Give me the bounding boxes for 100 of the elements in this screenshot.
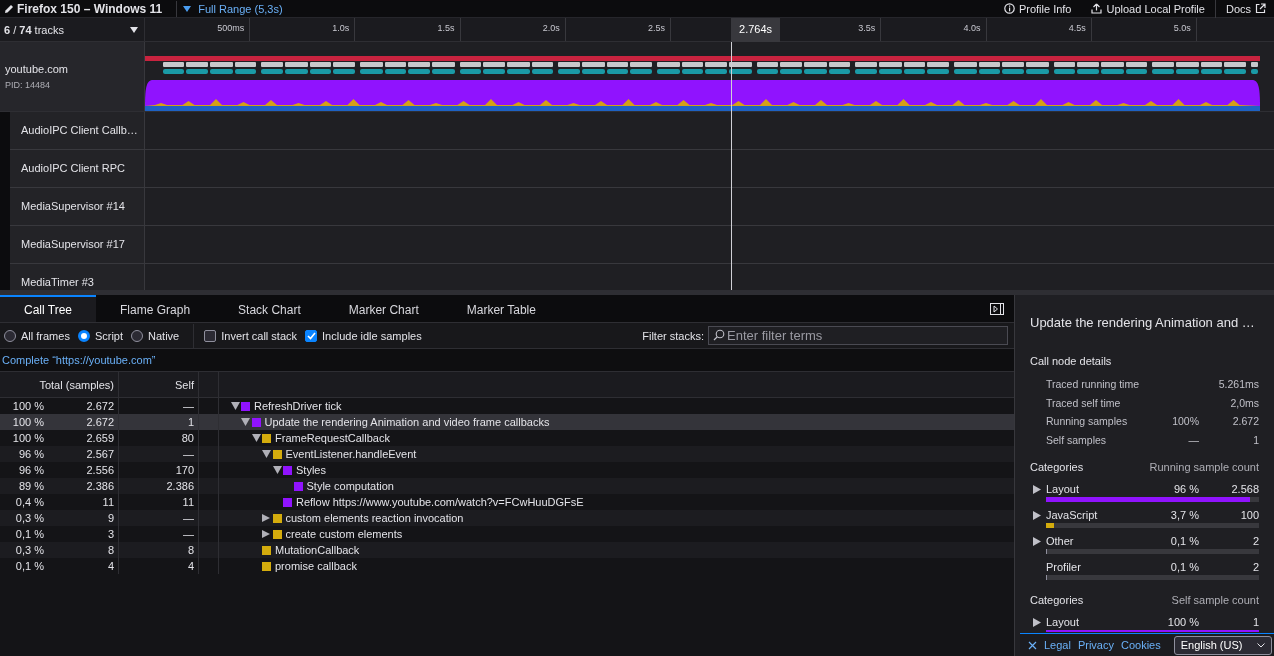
table-cell-text: 0,3 % — [14, 511, 45, 526]
table-cell-text: 89 % — [17, 479, 45, 494]
column-header[interactable]: Self — [175, 378, 194, 391]
category-name: Other — [1046, 535, 1075, 547]
detail-value: 5.261ms — [1217, 378, 1259, 391]
detail-value: — — [1187, 433, 1199, 446]
expand-triangle-icon[interactable] — [1033, 536, 1041, 546]
table-cell-text: 0,1 % — [14, 559, 45, 574]
category-name: JavaScript — [1046, 509, 1099, 521]
category-percent: 3,7 % — [1169, 509, 1199, 521]
category-name: Layout — [1046, 616, 1081, 628]
thread-track-label[interactable]: MediaSupervisor #17 — [10, 226, 145, 264]
column-label: Running sample count — [1149, 461, 1259, 473]
axis-tick-label: 2.0s — [460, 18, 566, 41]
search-field[interactable]: Enter filter terms — [708, 326, 1008, 345]
docs-link[interactable]: Docs — [1214, 0, 1274, 18]
axis-tick-label: 4.5s — [986, 18, 1092, 41]
axis-tick-label: 5.0s — [1091, 18, 1197, 41]
dropdown-icon — [130, 26, 138, 33]
breadcrumb-item[interactable]: Complete “https://youtube.com” — [2, 354, 156, 366]
language-select[interactable]: English (US) — [1173, 635, 1272, 655]
checkmark-icon — [306, 331, 316, 340]
detail-label: Traced self time — [1046, 396, 1122, 409]
tree-row[interactable]: 0,3 % 8 8 MutationCallback — [0, 542, 1014, 558]
table-cell-text: 0,3 % — [14, 543, 45, 558]
table-cell-text: 100 % — [11, 415, 45, 430]
footer-link[interactable]: Legal — [1044, 639, 1071, 651]
footer-link[interactable]: Cookies — [1121, 639, 1161, 651]
track-selector[interactable]: 6 / 74 tracks — [0, 18, 145, 41]
process-pid: PID: 14484 — [5, 80, 52, 90]
checkbox-option[interactable]: Invert call stack — [204, 329, 298, 342]
upload-icon — [1091, 3, 1103, 14]
detail-value: 2,0ms — [1229, 396, 1259, 409]
radio-option[interactable]: All frames — [4, 329, 70, 342]
detail-value: 2.672 — [1231, 415, 1259, 428]
function-name: Update the rendering Animation and video frame callbacks — [264, 416, 550, 428]
radio-option[interactable]: Script — [77, 329, 124, 342]
collapse-triangle-icon[interactable] — [241, 418, 250, 426]
pencil-icon — [4, 3, 14, 14]
expand-triangle-icon[interactable] — [262, 530, 271, 538]
range-breadcrumb[interactable]: Full Range (5,3s) — [198, 2, 283, 15]
axis-tick-label: 2.5s — [565, 18, 671, 41]
table-cell-text: 96 % — [17, 447, 45, 462]
column-header[interactable]: Total (samples) — [39, 378, 114, 391]
table-cell-text: 96 % — [17, 463, 45, 478]
tree-row[interactable]: 100 % 2.672 1 Update the rendering Animation and video frame callbacks — [0, 414, 1014, 430]
expand-triangle-icon[interactable] — [1033, 484, 1041, 494]
collapse-triangle-icon[interactable] — [230, 402, 240, 410]
collapse-triangle-icon[interactable] — [262, 450, 271, 458]
process-name: youtube.com — [5, 63, 69, 75]
sidebar-title: Update the rendering Animation and … — [1030, 315, 1256, 330]
tree-row[interactable]: 96 % 2.567 — EventListener.handleEvent — [0, 446, 1014, 462]
table-cell-text: 0,1 % — [14, 527, 45, 542]
detail-value: 1 — [1252, 433, 1259, 446]
category-percent: 96 % — [1172, 483, 1199, 495]
function-name: RefreshDriver tick — [254, 400, 342, 412]
expand-triangle-icon[interactable] — [1033, 617, 1041, 627]
thread-track-label[interactable]: MediaSupervisor #14 — [10, 188, 145, 226]
profile-name[interactable]: Firefox 150 – Windows 11 — [17, 1, 163, 16]
tab[interactable]: Flame Graph — [96, 295, 215, 322]
checkbox-option[interactable]: Include idle samples — [305, 329, 422, 342]
column-label: Self sample count — [1171, 594, 1259, 606]
tree-row[interactable]: 0,3 % 9 — custom elements reaction invocation — [0, 510, 1014, 526]
tab[interactable]: Marker Table — [442, 295, 560, 322]
sidebar-toggle-icon[interactable] — [990, 302, 1004, 315]
function-name: custom elements reaction invocation — [285, 512, 464, 524]
tab[interactable]: Marker Chart — [324, 295, 443, 322]
detail-label: Self samples — [1046, 433, 1108, 446]
info-icon — [1003, 3, 1015, 14]
cursor-time-label: 2.764s — [731, 18, 781, 42]
function-name: promise callback — [275, 560, 357, 572]
section-heading: Categories — [1030, 594, 1084, 606]
detail-label: Traced running time — [1046, 378, 1140, 391]
close-icon[interactable] — [1028, 640, 1037, 650]
function-name: Styles — [296, 464, 326, 476]
table-cell-text: 100 % — [11, 431, 45, 446]
collapse-triangle-icon[interactable] — [272, 466, 282, 474]
function-name: Reflow https://www.youtube.com/watch?v=FCwHuuDGFsE — [296, 496, 584, 508]
expand-triangle-icon[interactable] — [262, 514, 271, 522]
function-name: EventListener.handleEvent — [285, 448, 417, 460]
thread-track-label[interactable]: AudioIPC Client Callb… — [10, 112, 145, 150]
tab[interactable]: Stack Chart — [214, 295, 325, 322]
footer-link[interactable]: Privacy — [1077, 639, 1114, 651]
detail-value: 100% — [1171, 415, 1199, 428]
category-name: Profiler — [1046, 561, 1082, 573]
toolbar-button[interactable]: Profile Info — [993, 0, 1082, 18]
external-link-icon — [1255, 3, 1266, 14]
process-track-label[interactable]: youtube.com PID: 14484 — [0, 42, 145, 111]
thread-track-label[interactable]: AudioIPC Client RPC — [10, 150, 145, 188]
expand-triangle-icon[interactable] — [1033, 510, 1041, 520]
tab[interactable]: Call Tree — [0, 295, 97, 322]
radio-option[interactable]: Native — [131, 329, 180, 342]
toolbar-button[interactable]: Upload Local Profile — [1081, 0, 1215, 18]
detail-label: Running samples — [1046, 415, 1129, 428]
collapse-triangle-icon[interactable] — [251, 434, 261, 442]
filter-label: Filter stacks: — [642, 329, 704, 342]
function-name: FrameRequestCallback — [275, 432, 390, 444]
thread-track-label[interactable]: MediaTimer #3 — [10, 264, 145, 290]
tree-row[interactable]: 89 % 2.386 2.386 Style computation — [0, 478, 1014, 494]
section-heading: Call node details — [1030, 355, 1112, 367]
